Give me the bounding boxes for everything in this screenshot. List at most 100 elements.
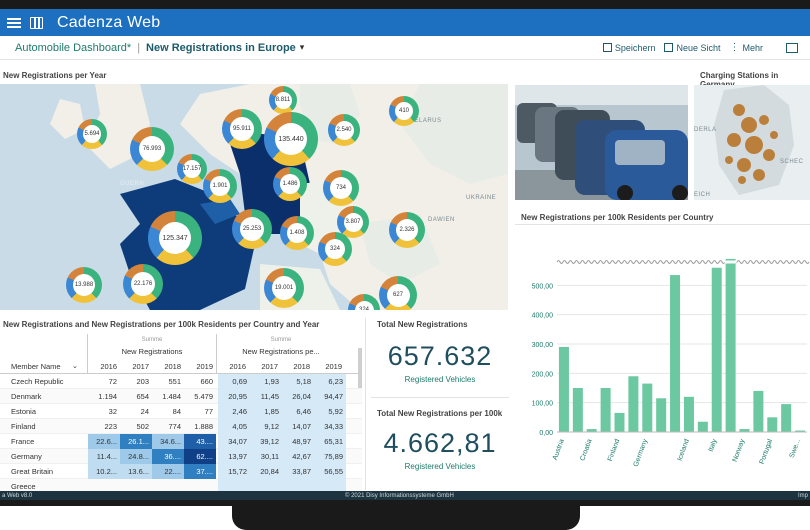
map-donut[interactable]: 1.408 bbox=[280, 216, 314, 250]
table-cell: 654 bbox=[136, 391, 149, 401]
year-header[interactable]: 2017 bbox=[120, 362, 152, 371]
bar-chart[interactable]: 0,00 100,00 200,00 300,00 400,00 500,00 Austri… bbox=[515, 226, 810, 491]
year-header[interactable]: 2016 bbox=[88, 362, 120, 371]
map-donut[interactable]: 734 bbox=[323, 170, 359, 206]
map-donut[interactable]: 2.326 bbox=[389, 212, 425, 248]
breadcrumb-separator: | bbox=[137, 41, 141, 54]
map-donut-label: 13.988 bbox=[73, 274, 95, 296]
table-cell: 11.4... bbox=[88, 448, 120, 464]
table-cell: 34,07 bbox=[218, 433, 250, 449]
map-donut[interactable]: 17.157 bbox=[177, 154, 207, 184]
registrations-map[interactable]: BELARUS UKRAINE DAWIEN GUERN 8.811 95.911… bbox=[0, 84, 508, 310]
table-cell: 14,07 bbox=[282, 418, 314, 434]
member-name-header[interactable]: Member Name bbox=[11, 362, 61, 371]
axis-break bbox=[556, 260, 810, 264]
map-donut[interactable]: 22.176 bbox=[123, 264, 163, 304]
group2-title[interactable]: New Registrations pe... bbox=[217, 347, 345, 356]
row-member-name: Czech Republic bbox=[11, 376, 64, 386]
monitor-bezel-top bbox=[0, 0, 810, 9]
map-donut[interactable]: 2.540 bbox=[328, 114, 360, 146]
year-header[interactable]: 2019 bbox=[313, 362, 345, 371]
hamburger-menu-icon[interactable] bbox=[7, 17, 21, 28]
map-donut[interactable]: 135.440 bbox=[264, 112, 318, 166]
dashboard-toolbar: Automobile Dashboard* | New Registration… bbox=[0, 36, 810, 60]
table-row[interactable]: Germany 11.4... 24.8... 36.... 62.... 13,97 30… bbox=[0, 448, 362, 464]
table-cell: 502 bbox=[136, 421, 149, 431]
map-donut[interactable]: 324 bbox=[318, 232, 352, 266]
breadcrumb-current-sheet[interactable]: New Registrations in Europe bbox=[146, 42, 296, 54]
footer: a Web v8.0 © 2021 Disy Informationssyste… bbox=[0, 491, 810, 500]
table-row[interactable]: Denmark 1.194 654 1.484 5.479 20,95 11,45 26,04… bbox=[0, 388, 362, 404]
edit-button[interactable] bbox=[786, 42, 798, 53]
map-donut-label: 22.176 bbox=[131, 272, 155, 296]
map-donut-label: 5.694 bbox=[83, 125, 101, 143]
table-cell: 42,67 bbox=[282, 448, 314, 464]
map-donut-label: 2.326 bbox=[396, 219, 418, 241]
table-cell: 26.1... bbox=[120, 433, 152, 449]
map-donut[interactable]: 1.901 bbox=[203, 169, 237, 203]
table-scrollbar[interactable] bbox=[358, 348, 362, 388]
table-cell: 6,23 bbox=[314, 373, 346, 389]
table-cell: 551 bbox=[168, 376, 181, 386]
map-donut[interactable]: 627 bbox=[379, 276, 417, 310]
table-cell: 1.194 bbox=[98, 391, 117, 401]
more-dots-icon: ⋮ bbox=[729, 42, 740, 53]
map-icon[interactable] bbox=[30, 16, 43, 29]
table-row[interactable]: Czech Republic 72 203 551 660 0,69 1,93 5,18 6,2… bbox=[0, 373, 362, 389]
bar bbox=[600, 388, 611, 432]
table-cell: 5,92 bbox=[314, 403, 346, 419]
table-cell: 223 bbox=[104, 421, 117, 431]
table-row[interactable]: Finland 223 502 774 1.888 4,05 9,12 14,07 34,33 bbox=[0, 418, 362, 434]
table-cell: 774 bbox=[168, 421, 181, 431]
kpi1-title: Total New Registrations bbox=[377, 320, 468, 329]
table-cell: 13,97 bbox=[218, 448, 250, 464]
table-cell: 94,47 bbox=[314, 388, 346, 404]
group1-title[interactable]: New Registrations bbox=[88, 347, 216, 356]
table-cell: 36.... bbox=[152, 448, 184, 464]
table-row[interactable]: France 22.6... 26.1... 34.6... 43.... 34,07 39… bbox=[0, 433, 362, 449]
year-header[interactable]: 2016 bbox=[217, 362, 249, 371]
table-cell: 10.2... bbox=[88, 463, 120, 479]
breadcrumb-dashboard[interactable]: Automobile Dashboard* bbox=[15, 42, 131, 54]
map-title: New Registrations per Year bbox=[3, 71, 107, 80]
map-donut-label: 1.901 bbox=[210, 176, 230, 196]
map-donut[interactable]: 13.988 bbox=[66, 267, 102, 303]
y-tick-label: 400,00 bbox=[532, 313, 554, 320]
map-donut[interactable]: 25.253 bbox=[232, 209, 272, 249]
map-donut[interactable]: 5.694 bbox=[77, 119, 107, 149]
kpi2-subtitle: Registered Vehicles bbox=[404, 462, 476, 471]
table-row[interactable]: Estonia 32 24 84 77 2,46 1,85 6,46 5,92 bbox=[0, 403, 362, 419]
more-button[interactable]: ⋮ Mehr bbox=[729, 42, 763, 53]
year-header[interactable]: 2018 bbox=[281, 362, 313, 371]
map-label-dawien: DAWIEN bbox=[428, 217, 455, 223]
charging-stations-map[interactable]: DERLA SCHEC EICH bbox=[694, 85, 810, 200]
table-row[interactable]: Great Britain 10.2... 13.6... 22.... 37.... 1… bbox=[0, 463, 362, 479]
table-cell: 660 bbox=[200, 376, 213, 386]
registrations-table: Summe New Registrations Summe New Regist… bbox=[0, 334, 362, 494]
map-donut[interactable]: 1.486 bbox=[273, 167, 307, 201]
year-header[interactable]: 2018 bbox=[152, 362, 184, 371]
stations-label-derla: DERLA bbox=[694, 127, 717, 133]
map-donut[interactable]: 125.347 bbox=[148, 211, 202, 265]
y-tick-label: 100,00 bbox=[532, 401, 554, 408]
footer-imprint-link[interactable]: Imp bbox=[798, 493, 808, 499]
table-cell: 22.... bbox=[152, 463, 184, 479]
y-tick-label: 0,00 bbox=[539, 430, 553, 437]
sort-chevron-icon[interactable]: ⌄ bbox=[72, 362, 78, 370]
map-donut[interactable]: 95.911 bbox=[222, 109, 262, 149]
chevron-down-icon[interactable]: ▾ bbox=[300, 42, 305, 53]
year-header[interactable]: 2017 bbox=[249, 362, 281, 371]
table-body: Czech Republic 72 203 551 660 0,69 1,93 5,18 6,2… bbox=[0, 373, 362, 494]
map-donut[interactable]: 76.993 bbox=[130, 127, 174, 171]
map-donut[interactable]: 410 bbox=[389, 96, 419, 126]
map-donut[interactable]: 19.001 bbox=[264, 268, 304, 308]
save-button[interactable]: Speichern bbox=[602, 43, 655, 53]
table-cell: 0,69 bbox=[218, 373, 250, 389]
x-tick-label: Iceland bbox=[677, 438, 691, 462]
new-view-button[interactable]: Neue Sicht bbox=[664, 43, 720, 53]
table-cell: 39,12 bbox=[250, 433, 282, 449]
year-header[interactable]: 2019 bbox=[184, 362, 216, 371]
table-cell: 24 bbox=[140, 406, 149, 416]
map-donut[interactable]: 8.811 bbox=[269, 86, 297, 114]
kpi2-value: 4.662,81 bbox=[383, 428, 497, 458]
